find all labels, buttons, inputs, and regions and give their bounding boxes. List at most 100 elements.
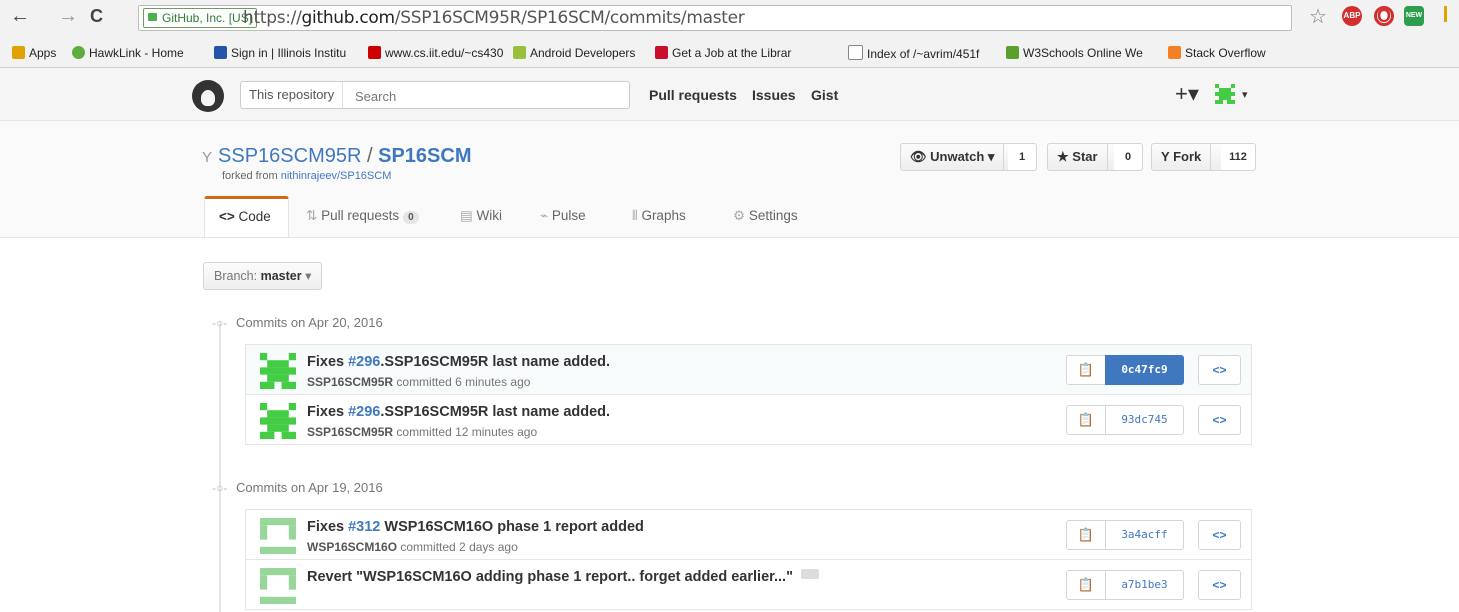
fork-button[interactable]: Y Fork [1152, 144, 1212, 170]
nav-gist[interactable]: Gist [811, 87, 838, 103]
bookmark-illinois[interactable]: Sign in | Illinois Institu [214, 45, 346, 61]
new-extension-icon[interactable]: NEW [1404, 6, 1424, 26]
avatar-caret-icon[interactable]: ▾ [1242, 88, 1248, 101]
commit-time: committed 6 minutes ago [396, 375, 531, 389]
expand-message-ellipsis-icon[interactable] [800, 569, 819, 579]
bookmark-android[interactable]: Android Developers [513, 45, 635, 61]
commit-sha-button[interactable]: a7b1be3 [1105, 570, 1184, 600]
page-icon [848, 45, 863, 60]
back-arrow-icon[interactable]: ← [10, 6, 30, 26]
tab-wiki-label: Wiki [476, 208, 503, 223]
copy-sha-button[interactable]: 📋 [1066, 570, 1106, 600]
branch-select-button[interactable]: Branch: master ▾ [203, 262, 323, 290]
unwatch-button-group: 👁 Unwatch ▾ 1 [900, 143, 1037, 171]
copy-sha-button[interactable]: 📋 [1066, 520, 1106, 550]
browse-files-button[interactable]: <> [1198, 570, 1241, 600]
star-icon: ★ [1057, 149, 1069, 164]
user-avatar[interactable] [1215, 84, 1235, 104]
browse-files-button[interactable]: <> [1198, 405, 1241, 435]
clipboard-icon: 📋 [1077, 362, 1095, 377]
bookmark-avrim[interactable]: Index of /~avrim/451f [848, 45, 979, 62]
bookmark-library-job[interactable]: Get a Job at the Librar [655, 45, 791, 61]
commit-time: committed 2 days ago [400, 540, 518, 554]
forked-from-link[interactable]: nithinrajeev/SP16SCM [281, 170, 392, 182]
tab-pulse[interactable]: ⌁ Pulse [540, 208, 586, 224]
commit-group-date: Commits on Apr 19, 2016 [236, 480, 383, 495]
menu-icon[interactable] [1444, 6, 1447, 22]
forward-arrow-icon[interactable]: → [58, 6, 78, 26]
commit-message-text: WSP16SCM16O phase 1 report added [380, 519, 644, 535]
stackoverflow-icon [1168, 46, 1181, 59]
author-avatar[interactable] [260, 403, 296, 439]
tab-settings-label: Settings [748, 208, 798, 223]
tab-pull-requests[interactable]: ⇅ Pull requests 0 [306, 208, 419, 224]
copy-sha-button[interactable]: 📋 [1066, 405, 1106, 435]
tab-code[interactable]: <> Code [204, 196, 289, 237]
commit-message[interactable]: Fixes #296.SSP16SCM95R last name added. [307, 404, 610, 420]
url-text[interactable]: https://github.com/SSP16SCM95R/SP16SCM/c… [243, 8, 745, 28]
w3schools-icon [1006, 46, 1019, 59]
search-box[interactable]: This repository [240, 81, 630, 109]
address-bar[interactable]: GitHub, Inc. [US] https://github.com/SSP… [138, 5, 1292, 31]
bookmark-apps[interactable]: Apps [12, 45, 56, 61]
nav-issues[interactable]: Issues [752, 87, 796, 103]
nav-pull-requests[interactable]: Pull requests [649, 87, 737, 103]
search-input[interactable] [353, 86, 617, 106]
bookmark-cs430[interactable]: www.cs.iit.edu/~cs430 [368, 45, 503, 61]
commit-author-link[interactable]: WSP16SCM16O [307, 540, 397, 554]
browse-files-button[interactable]: <> [1198, 355, 1241, 385]
commit-author-link[interactable]: SSP16SCM95R [307, 375, 393, 389]
author-avatar[interactable] [260, 353, 296, 389]
tab-settings[interactable]: ⚙ Settings [733, 208, 798, 224]
star-button[interactable]: ★ Star [1048, 144, 1108, 170]
github-logo-icon[interactable] [192, 80, 224, 112]
lock-icon [148, 13, 157, 21]
adblock-icon[interactable]: ABP [1342, 6, 1362, 26]
commit-message[interactable]: Revert "WSP16SCM16O adding phase 1 repor… [307, 569, 819, 585]
fork-label: Fork [1173, 149, 1202, 164]
create-new-plus-icon[interactable]: +▾ [1175, 81, 1199, 107]
commit-sha-button[interactable]: 93dc745 [1105, 405, 1184, 435]
clipboard-icon: 📋 [1077, 527, 1095, 542]
secure-badge[interactable]: GitHub, Inc. [US] [143, 8, 258, 28]
tab-wiki[interactable]: ▤ Wiki [460, 208, 502, 224]
commit-message[interactable]: Fixes #296.SSP16SCM95R last name added. [307, 354, 610, 370]
issue-link[interactable]: #312 [348, 519, 380, 535]
forks-count[interactable]: 112 [1221, 144, 1255, 170]
tab-graphs[interactable]: ⫴ Graphs [632, 208, 686, 224]
bookmark-label: Stack Overflow [1185, 46, 1266, 60]
opera-icon[interactable]: O [1374, 6, 1394, 26]
browse-files-button[interactable]: <> [1198, 520, 1241, 550]
code-icon: <> [1212, 413, 1227, 427]
search-scope[interactable]: This repository [241, 82, 344, 108]
repo-owner-link[interactable]: SSP16SCM95R [218, 145, 361, 167]
android-icon [513, 46, 526, 59]
forked-from-line: forked from nithinrajeev/SP16SCM [222, 170, 391, 182]
repo-name-link[interactable]: SP16SCM [378, 145, 471, 167]
apps-grid-icon [12, 46, 25, 59]
copy-sha-button[interactable]: 📋 [1066, 355, 1106, 385]
commit-message[interactable]: Fixes #312 WSP16SCM16O phase 1 report ad… [307, 519, 644, 535]
branch-prefix: Branch: [214, 269, 258, 283]
commit-sha-button[interactable]: 3a4acff [1105, 520, 1184, 550]
stars-count[interactable]: 0 [1114, 144, 1142, 170]
commit-row: Revert "WSP16SCM16O adding phase 1 repor… [245, 559, 1252, 610]
reload-icon[interactable]: C [90, 6, 103, 26]
eye-icon: 👁 [910, 149, 927, 164]
bookmark-hawklink[interactable]: HawkLink - Home [72, 45, 184, 61]
commit-author-link[interactable]: SSP16SCM95R [307, 425, 393, 439]
commit-sha-button[interactable]: 0c47fc9 [1105, 355, 1184, 385]
commit-message-prefix: Fixes [307, 404, 349, 420]
bookmark-star-icon[interactable]: ☆ [1309, 4, 1327, 29]
illinois-icon [214, 46, 227, 59]
issue-link[interactable]: #296 [348, 404, 380, 420]
bookmark-w3schools[interactable]: W3Schools Online We [1006, 45, 1143, 61]
chevron-down-icon: ▾ [305, 269, 312, 283]
fork-button-group: Y Fork 112 [1151, 143, 1256, 171]
unwatch-button[interactable]: 👁 Unwatch ▾ [901, 144, 1005, 170]
issue-link[interactable]: #296 [348, 354, 380, 370]
watchers-count[interactable]: 1 [1008, 144, 1036, 170]
author-avatar[interactable] [260, 518, 296, 554]
bookmark-stackoverflow[interactable]: Stack Overflow [1168, 45, 1266, 61]
author-avatar[interactable] [260, 568, 296, 604]
